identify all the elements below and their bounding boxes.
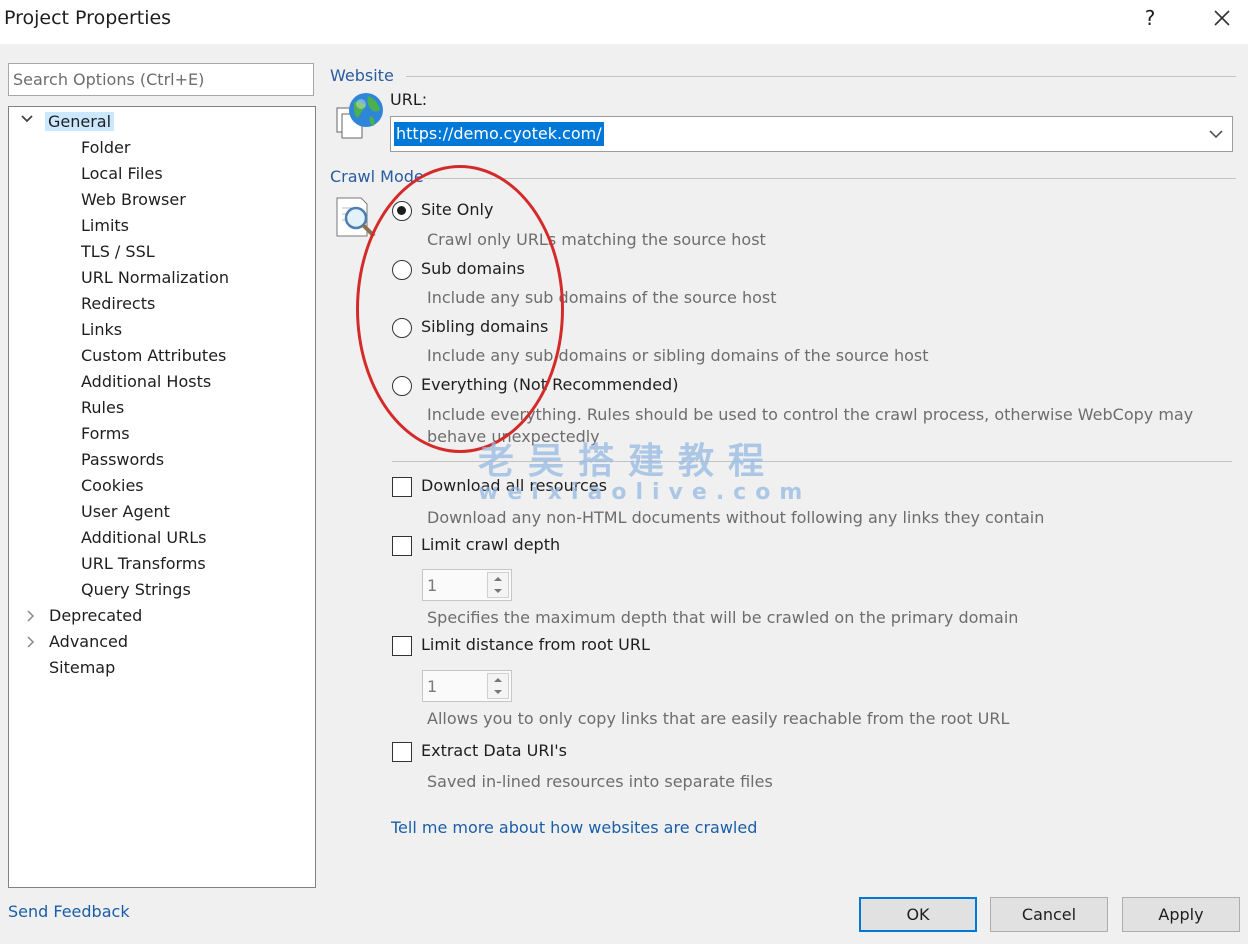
tree-item-additional-urls[interactable]: Additional URLs: [81, 526, 206, 550]
radio-everything-label: Everything (Not Recommended): [421, 375, 679, 394]
website-group-divider: [406, 76, 1236, 77]
everything-description-line1: Include everything. Rules should be used…: [427, 405, 1194, 424]
checkbox-limit-depth[interactable]: Limit crawl depth: [392, 533, 560, 559]
site-only-description: Crawl only URLs matching the source host: [427, 230, 766, 249]
url-combobox[interactable]: https://demo.cyotek.com/: [390, 116, 1233, 152]
tree-item-deprecated[interactable]: Deprecated: [49, 604, 142, 628]
radio-button[interactable]: [392, 259, 412, 280]
tree-item-url-normalization[interactable]: URL Normalization: [81, 266, 229, 290]
tree-item-label: General: [45, 112, 115, 131]
tree-item-folder[interactable]: Folder: [81, 136, 130, 160]
caret-up-icon[interactable]: [488, 573, 508, 585]
tree-item-custom-attributes[interactable]: Custom Attributes: [81, 344, 226, 368]
radio-button[interactable]: [392, 200, 412, 221]
url-label: URL:: [390, 90, 428, 109]
tree-item-general[interactable]: General: [45, 110, 115, 134]
tree-item-tls-ssl[interactable]: TLS / SSL: [81, 240, 155, 264]
tree-item-links[interactable]: Links: [81, 318, 122, 342]
radio-site-only-label: Site Only: [421, 200, 494, 219]
download-all-label: Download all resources: [421, 476, 607, 495]
chevron-down-icon[interactable]: [1202, 119, 1230, 149]
radio-button[interactable]: [392, 375, 412, 396]
crawl-depth-stepper[interactable]: [422, 569, 512, 601]
title-bar: Project Properties ?: [0, 0, 1248, 44]
root-distance-stepper[interactable]: [422, 670, 512, 702]
caret-down-icon[interactable]: [488, 585, 508, 597]
radio-sub-domains-label: Sub domains: [421, 259, 525, 278]
close-button[interactable]: [1206, 4, 1238, 34]
help-button[interactable]: ?: [1138, 6, 1162, 32]
checkbox[interactable]: [392, 635, 412, 656]
ok-button[interactable]: OK: [859, 897, 977, 932]
chevron-right-icon[interactable]: [23, 630, 39, 654]
checkbox-download-all[interactable]: Download all resources: [392, 474, 607, 500]
extract-data-label: Extract Data URI's: [421, 741, 567, 760]
radio-button[interactable]: [392, 317, 412, 338]
crawl-depth-input[interactable]: [427, 574, 482, 596]
ok-button-label: OK: [906, 905, 930, 924]
cancel-button[interactable]: Cancel: [990, 897, 1108, 932]
options-divider: [392, 461, 1232, 462]
radio-everything[interactable]: Everything (Not Recommended): [392, 373, 678, 399]
download-all-description: Download any non-HTML documents without …: [427, 508, 1045, 527]
tree-item-advanced[interactable]: Advanced: [49, 630, 128, 654]
cancel-button-label: Cancel: [1021, 905, 1077, 924]
search-options-input[interactable]: [8, 63, 314, 96]
website-group-label: Website: [330, 66, 394, 85]
tree-item-web-browser[interactable]: Web Browser: [81, 188, 186, 212]
extract-data-description: Saved in-lined resources into separate f…: [427, 772, 773, 791]
checkbox-limit-distance[interactable]: Limit distance from root URL: [392, 633, 650, 659]
crawl-help-link[interactable]: Tell me more about how websites are craw…: [391, 818, 757, 837]
crawl-mode-group-divider: [424, 178, 1236, 179]
limit-depth-description: Specifies the maximum depth that will be…: [427, 608, 1019, 627]
chevron-right-icon[interactable]: [23, 604, 39, 628]
checkbox[interactable]: [392, 741, 412, 762]
radio-sub-domains[interactable]: Sub domains: [392, 257, 525, 283]
checkbox[interactable]: [392, 535, 412, 556]
tree-item-local-files[interactable]: Local Files: [81, 162, 163, 186]
everything-description-line2: behave unexpectedly: [427, 427, 600, 446]
checkbox[interactable]: [392, 476, 412, 497]
document-magnifier-icon: [336, 197, 376, 238]
tree-item-user-agent[interactable]: User Agent: [81, 500, 170, 524]
url-value[interactable]: https://demo.cyotek.com/: [394, 122, 604, 146]
apply-button-label: Apply: [1158, 905, 1204, 924]
sub-domains-description: Include any sub domains of the source ho…: [427, 288, 777, 307]
radio-sibling-domains-label: Sibling domains: [421, 317, 549, 336]
caret-up-icon[interactable]: [488, 674, 508, 686]
tree-item-forms[interactable]: Forms: [81, 422, 130, 446]
options-tree[interactable]: General Folder Local Files Web Browser L…: [8, 106, 316, 888]
tree-item-url-transforms[interactable]: URL Transforms: [81, 552, 206, 576]
globe-pages-icon: [336, 93, 383, 139]
radio-site-only[interactable]: Site Only: [392, 198, 493, 224]
tree-item-redirects[interactable]: Redirects: [81, 292, 155, 316]
checkbox-extract-data-uris[interactable]: Extract Data URI's: [392, 739, 567, 765]
window-title: Project Properties: [4, 7, 172, 29]
radio-sibling-domains[interactable]: Sibling domains: [392, 315, 548, 341]
tree-item-limits[interactable]: Limits: [81, 214, 129, 238]
limit-distance-description: Allows you to only copy links that are e…: [427, 709, 1010, 728]
stepper-buttons: [487, 572, 509, 598]
tree-item-passwords[interactable]: Passwords: [81, 448, 164, 472]
close-icon: [1214, 10, 1230, 26]
tree-item-query-strings[interactable]: Query Strings: [81, 578, 191, 602]
stepper-buttons: [487, 673, 509, 699]
apply-button[interactable]: Apply: [1122, 897, 1240, 932]
sibling-domains-description: Include any sub domains or sibling domai…: [427, 346, 929, 365]
tree-item-sitemap[interactable]: Sitemap: [49, 656, 115, 680]
tree-item-rules[interactable]: Rules: [81, 396, 124, 420]
send-feedback-link[interactable]: Send Feedback: [8, 902, 130, 921]
root-distance-input[interactable]: [427, 675, 482, 697]
limit-distance-label: Limit distance from root URL: [421, 635, 650, 654]
caret-down-icon[interactable]: [488, 686, 508, 698]
crawl-mode-group-label: Crawl Mode: [330, 167, 424, 186]
chevron-down-icon[interactable]: [19, 107, 35, 131]
limit-depth-label: Limit crawl depth: [421, 535, 561, 554]
tree-item-cookies[interactable]: Cookies: [81, 474, 144, 498]
tree-item-additional-hosts[interactable]: Additional Hosts: [81, 370, 211, 394]
